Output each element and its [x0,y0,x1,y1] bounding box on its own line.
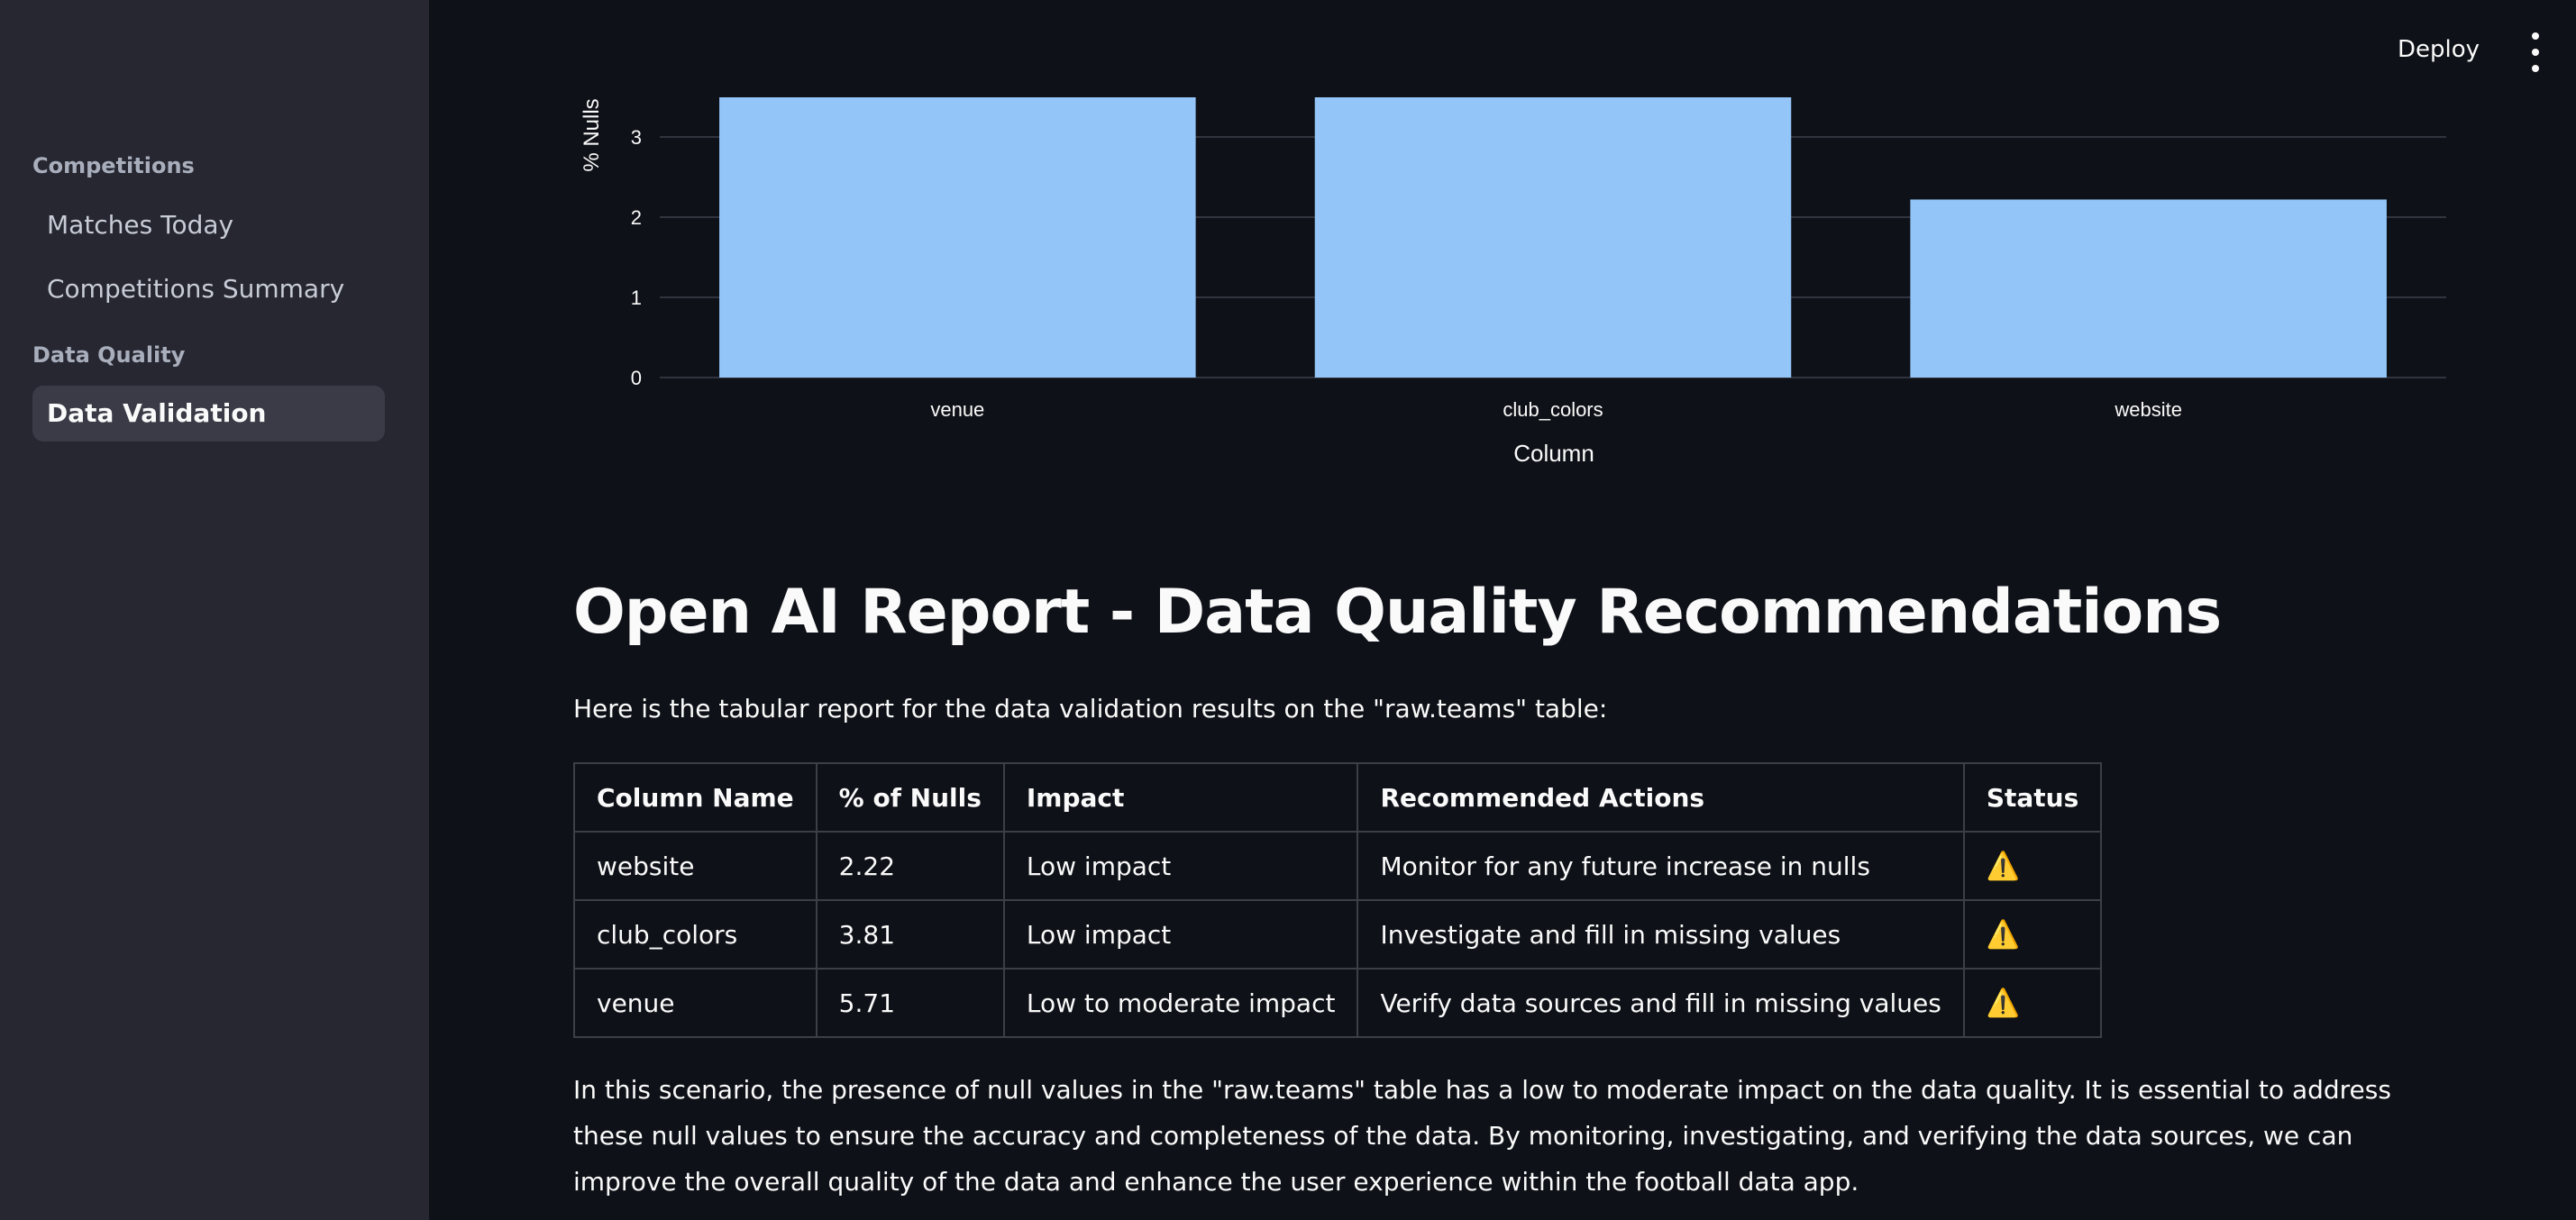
deploy-button[interactable]: Deploy [2398,36,2480,63]
x-tick-label: website [2114,398,2182,421]
x-axis-label: Column [1513,440,1594,467]
cell-impact: Low impact [1002,899,1359,970]
cell-column-name: website [573,831,818,901]
null-percentage-bar-chart: 0 1 2 3 venue club_colors website % Nulls Col… [580,0,2446,467]
x-tick-label: venue [930,398,984,421]
header-status: Status [1962,762,2103,833]
bar-website[interactable] [1910,199,2387,378]
y-tick-label: 3 [631,126,642,149]
y-tick-label: 2 [631,206,642,229]
cell-column-name: club_colors [573,899,818,970]
warning-icon: ⚠️ [1962,831,2103,901]
recommendations-table: Column Name % of Nulls Impact Recommende… [573,762,2103,1038]
x-tick-label: club_colors [1503,398,1603,421]
cell-impact: Low to moderate impact [1002,968,1359,1038]
cell-recommended-action: Investigate and fill in missing values [1357,899,1965,970]
cell-pct-nulls: 3.81 [815,899,1005,970]
table-header-row: Column Name % of Nulls Impact Recommende… [573,762,2103,833]
report-conclusion: In this scenario, the presence of null v… [573,1075,2391,1197]
table-row: club_colors 3.81 Low impact Investigate and… [573,899,2103,970]
cell-column-name: venue [573,968,818,1038]
bar-venue[interactable] [719,0,1196,378]
cell-pct-nulls: 2.22 [815,831,1005,901]
cell-pct-nulls: 5.71 [815,968,1005,1038]
table-row: website 2.22 Low impact Monitor for any fut… [573,831,2103,901]
warning-icon: ⚠️ [1962,899,2103,970]
y-tick-label: 1 [631,287,642,309]
header-impact: Impact [1002,762,1359,833]
table-row: venue 5.71 Low to moderate impact Verify da… [573,968,2103,1038]
report-intro: Here is the tabular report for the data … [573,694,1608,724]
y-axis-label: % Nulls [580,98,604,171]
cell-recommended-action: Verify data sources and fill in missing … [1357,968,1965,1038]
vertical-ellipsis-icon[interactable] [2524,32,2547,72]
y-tick-label: 0 [631,367,642,389]
bar-club_colors[interactable] [1314,72,1792,378]
cell-recommended-action: Monitor for any future increase in nulls [1357,831,1965,901]
page-title: Open AI Report - Data Quality Recommenda… [573,577,2222,648]
header-recommended-actions: Recommended Actions [1357,762,1965,833]
warning-icon: ⚠️ [1962,968,2103,1038]
cell-impact: Low impact [1002,831,1359,901]
header-column-name: Column Name [573,762,818,833]
header-pct-nulls: % of Nulls [815,762,1005,833]
